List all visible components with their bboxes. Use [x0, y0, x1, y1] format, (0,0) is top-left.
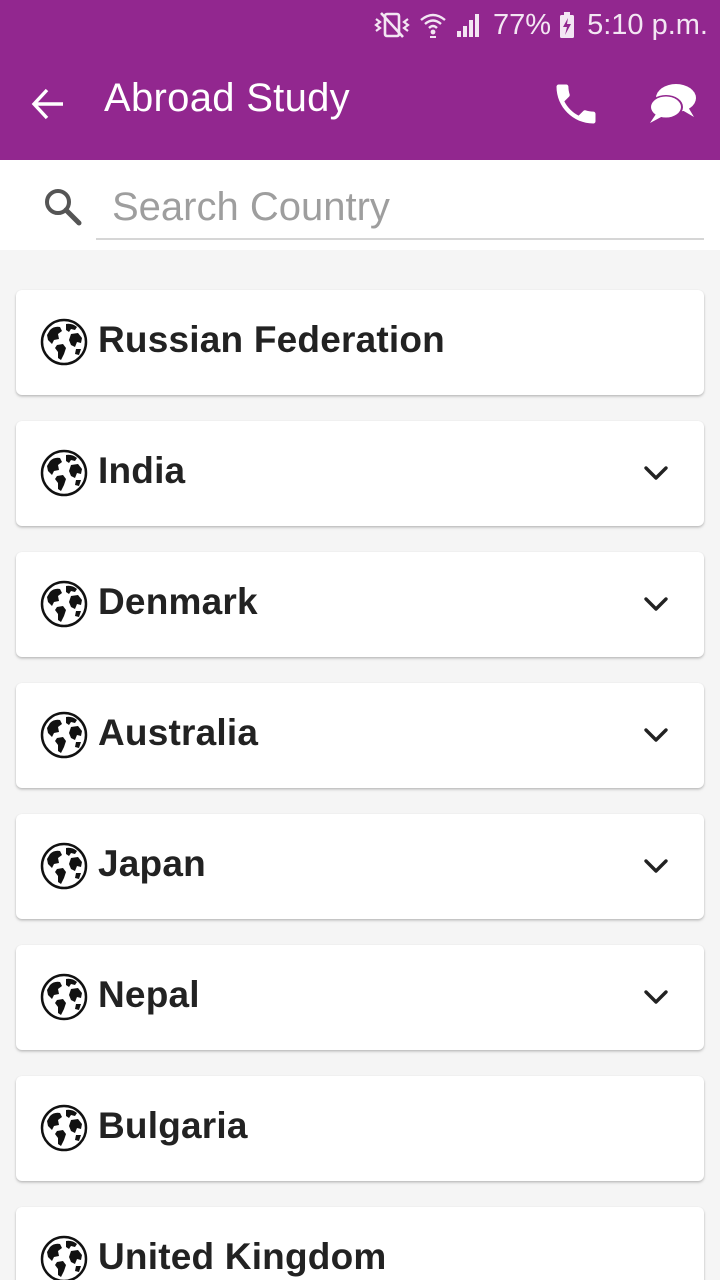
chat-button[interactable] — [640, 76, 704, 136]
signal-icon — [455, 11, 483, 39]
search-bar — [0, 160, 720, 250]
country-name: India — [98, 450, 186, 491]
country-card[interactable]: Australia — [16, 683, 704, 788]
back-button[interactable] — [22, 80, 74, 132]
app-title: Abroad Study — [104, 76, 350, 120]
globe-icon — [40, 1104, 88, 1152]
globe-icon — [40, 973, 88, 1021]
battery-charging-icon — [559, 11, 575, 39]
chevron-down-icon[interactable] — [640, 981, 672, 1013]
app-bar: Abroad Study — [0, 50, 720, 160]
country-card[interactable]: Russian Federation — [16, 290, 704, 395]
country-card[interactable]: Japan — [16, 814, 704, 919]
status-bar: 77% 5:10 p.m. — [0, 0, 720, 50]
country-list: Russian Federation India Denmark Australia J… — [0, 250, 720, 1280]
globe-icon — [40, 449, 88, 497]
call-button[interactable] — [546, 76, 606, 136]
country-card[interactable]: India — [16, 421, 704, 526]
status-time: 5:10 p.m. — [587, 8, 708, 41]
country-name: Russian Federation — [98, 319, 445, 360]
country-card[interactable]: Nepal — [16, 945, 704, 1050]
country-card[interactable]: Denmark — [16, 552, 704, 657]
vibrate-icon — [373, 11, 411, 39]
search-input[interactable] — [96, 176, 704, 240]
globe-icon — [40, 580, 88, 628]
arrow-back-icon — [30, 86, 66, 127]
country-name: Nepal — [98, 974, 200, 1015]
chevron-down-icon[interactable] — [640, 719, 672, 751]
country-name: United Kingdom — [98, 1236, 387, 1277]
globe-icon — [40, 1235, 88, 1280]
country-name: Australia — [98, 712, 259, 753]
globe-icon — [40, 711, 88, 759]
chat-icon — [646, 81, 698, 132]
search-icon — [42, 186, 84, 228]
country-card[interactable]: United Kingdom — [16, 1207, 704, 1280]
country-name: Denmark — [98, 581, 258, 622]
country-card[interactable]: Bulgaria — [16, 1076, 704, 1181]
wifi-icon — [419, 11, 447, 39]
chevron-down-icon[interactable] — [640, 588, 672, 620]
chevron-down-icon[interactable] — [640, 850, 672, 882]
phone-icon — [550, 78, 602, 135]
country-name: Japan — [98, 843, 206, 884]
top-bar: 77% 5:10 p.m. Abroad Study — [0, 0, 720, 160]
globe-icon — [40, 318, 88, 366]
country-name: Bulgaria — [98, 1105, 248, 1146]
chevron-down-icon[interactable] — [640, 457, 672, 489]
globe-icon — [40, 842, 88, 890]
battery-percent: 77% — [493, 8, 552, 41]
